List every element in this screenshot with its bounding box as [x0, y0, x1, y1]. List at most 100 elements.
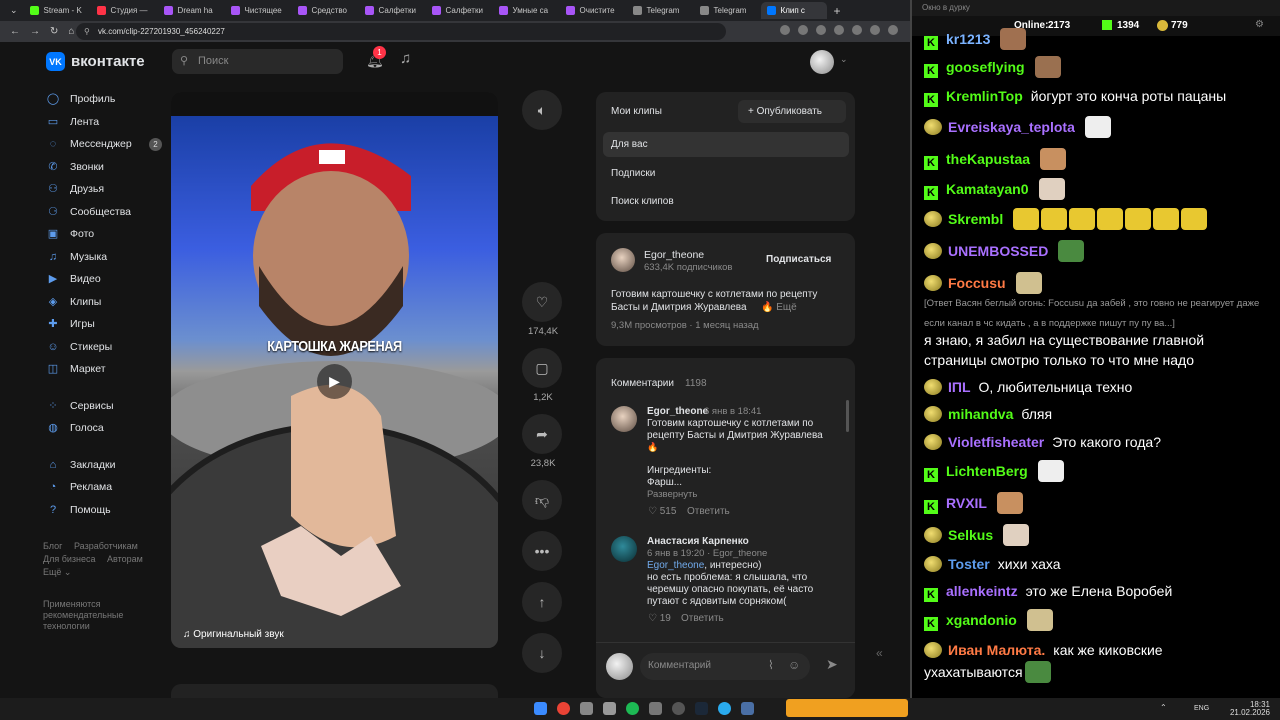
- chat-username[interactable]: Иван Малюта.: [948, 642, 1045, 658]
- author-name[interactable]: Egor_theone: [644, 249, 704, 261]
- share-button[interactable]: ➦: [522, 414, 562, 454]
- chat-username[interactable]: mihandva: [948, 406, 1013, 422]
- footer-link-blog[interactable]: Блог: [43, 541, 62, 551]
- vk-logo[interactable]: VK вконтакте: [46, 52, 145, 71]
- site-info-icon[interactable]: ⚲: [84, 23, 90, 40]
- spotify-icon[interactable]: [626, 702, 639, 715]
- previous-clip-button[interactable]: ↑: [522, 582, 562, 622]
- browser-tab[interactable]: Средство: [292, 2, 358, 19]
- footer-link-developers[interactable]: Разработчикам: [74, 541, 138, 551]
- back-icon[interactable]: ←: [10, 26, 20, 37]
- browser-tab[interactable]: Клип с: [760, 2, 827, 19]
- chat-username[interactable]: allenkeintz: [946, 583, 1018, 599]
- notifications-button[interactable]: 🔔︎ 1: [366, 46, 386, 69]
- comment-expand-link[interactable]: Развернуть: [647, 489, 697, 500]
- clips-menu-search[interactable]: Поиск клипов: [611, 196, 674, 207]
- clips-menu-for-you[interactable]: Для вас: [611, 139, 648, 150]
- browser-tab[interactable]: Dream ha: [158, 2, 224, 19]
- browser-tab[interactable]: Stream - K: [24, 2, 90, 19]
- browser-tab[interactable]: Очистите: [560, 2, 626, 19]
- start-icon[interactable]: [534, 702, 547, 715]
- comment-author[interactable]: Анастасия Карпенко: [647, 536, 749, 547]
- comment-reply-button[interactable]: Ответить: [681, 613, 724, 624]
- comment-author[interactable]: Egor_theone: [647, 406, 708, 417]
- browser-tab[interactable]: Чистящее: [225, 2, 291, 19]
- search-input[interactable]: ⚲ Поиск: [172, 49, 343, 74]
- more-button[interactable]: •••: [522, 531, 562, 571]
- chat-username[interactable]: Selkus: [948, 527, 993, 543]
- extension-icon[interactable]: [870, 25, 880, 35]
- chat-username[interactable]: UNEMBOSSED: [948, 243, 1048, 259]
- attach-icon[interactable]: ⌇: [768, 658, 774, 672]
- clip-video-player[interactable]: КАРТОШКА ЖАРЕНАЯ ▶ ♫ Оригинальный звук: [171, 92, 498, 648]
- chat-username[interactable]: gooseflying: [946, 59, 1025, 75]
- avatar[interactable]: [810, 50, 834, 74]
- taskbar-app-icon[interactable]: [580, 702, 593, 715]
- send-icon[interactable]: ➤: [826, 656, 838, 673]
- taskbar-app-icon[interactable]: [741, 702, 754, 715]
- chat-username[interactable]: theKapustaa: [946, 151, 1030, 167]
- sidebar-item[interactable]: ✆ Звонки: [46, 156, 166, 179]
- sidebar-item[interactable]: ▶ Видео: [46, 268, 166, 291]
- next-clip-preview[interactable]: [171, 684, 498, 698]
- chat-username[interactable]: RVXIL: [946, 495, 987, 511]
- extension-icon[interactable]: [834, 25, 844, 35]
- browser-tab[interactable]: Салфетки: [426, 2, 492, 19]
- sidebar-item[interactable]: ◔ Реклама: [46, 476, 166, 499]
- taskbar-app-icon[interactable]: [649, 702, 662, 715]
- sidebar-item[interactable]: ▭ Лента: [46, 111, 166, 134]
- author-avatar[interactable]: [611, 248, 635, 272]
- obs-icon[interactable]: [672, 702, 685, 715]
- comment-like-button[interactable]: ♡ 19: [648, 613, 671, 624]
- sidebar-item[interactable]: ◍ Голоса: [46, 417, 166, 440]
- browser-tab[interactable]: Салфетки: [359, 2, 425, 19]
- subscribe-button[interactable]: Подписаться: [766, 254, 831, 265]
- music-player-icon[interactable]: ♫: [400, 50, 411, 67]
- extension-icon[interactable]: [852, 25, 862, 35]
- play-button[interactable]: ▶: [317, 364, 352, 399]
- url-input[interactable]: ⚲ vk.com/clip-227201930_456240227: [76, 23, 726, 40]
- next-clip-button[interactable]: ↓: [522, 633, 562, 673]
- comment-avatar[interactable]: [611, 536, 637, 562]
- chevron-down-icon[interactable]: ⌄: [840, 54, 848, 65]
- steam-icon[interactable]: [695, 702, 708, 715]
- extension-icon[interactable]: [780, 25, 790, 35]
- sidebar-item[interactable]: ◈ Клипы: [46, 291, 166, 314]
- extension-icon[interactable]: [816, 25, 826, 35]
- browser-tab[interactable]: Умные са: [493, 2, 559, 19]
- collapse-panel-icon[interactable]: «: [876, 646, 883, 660]
- forward-icon[interactable]: →: [30, 26, 40, 37]
- sidebar-item[interactable]: ☺ Стикеры: [46, 336, 166, 359]
- sidebar-item[interactable]: ? Помощь: [46, 499, 166, 522]
- tray-chevron-icon[interactable]: ⌃: [1160, 703, 1167, 712]
- comment-mention-link[interactable]: Egor_theone: [647, 560, 704, 571]
- home-icon[interactable]: ⌂: [68, 26, 74, 37]
- comment-reply-button[interactable]: Ответить: [687, 506, 730, 517]
- footer-link-authors[interactable]: Авторам: [107, 554, 143, 564]
- browser-tab[interactable]: Telegram: [627, 2, 693, 19]
- my-clips-link[interactable]: Мои клипы: [611, 106, 662, 117]
- comments-scrollbar[interactable]: [846, 400, 849, 432]
- chat-username[interactable]: Toster: [948, 556, 990, 572]
- description-more-link[interactable]: 🔥 Ещё: [761, 302, 797, 313]
- chat-username[interactable]: Foccusu: [948, 275, 1006, 291]
- meme-party-widget[interactable]: [786, 699, 908, 717]
- sidebar-item[interactable]: ⁘ Сервисы: [46, 395, 166, 418]
- publish-button[interactable]: + Опубликовать: [738, 100, 846, 123]
- browser-tab[interactable]: Студия —: [91, 2, 157, 19]
- clock[interactable]: 18:31 21.02.2026: [1230, 701, 1270, 717]
- emoji-icon[interactable]: ☺: [788, 658, 800, 672]
- sidebar-item[interactable]: ◌ Мессенджер 2: [46, 133, 166, 156]
- comment-avatar[interactable]: [611, 406, 637, 432]
- dislike-button[interactable]: 👎︎: [522, 480, 562, 520]
- chat-username[interactable]: Kamatayan0: [946, 181, 1029, 197]
- chat-username[interactable]: Violetfisheater: [948, 434, 1044, 450]
- chat-username[interactable]: IПL: [948, 379, 971, 395]
- sidebar-item[interactable]: ⌂ Закладки: [46, 454, 166, 477]
- chrome-icon[interactable]: [557, 702, 570, 715]
- reload-icon[interactable]: ↻: [50, 26, 58, 37]
- sidebar-item[interactable]: ⚇ Друзья: [46, 178, 166, 201]
- chat-username[interactable]: Evreiskaya_teplota: [948, 119, 1075, 135]
- chat-username[interactable]: kr1213: [946, 31, 990, 47]
- sidebar-item[interactable]: ◯ Профиль: [46, 88, 166, 111]
